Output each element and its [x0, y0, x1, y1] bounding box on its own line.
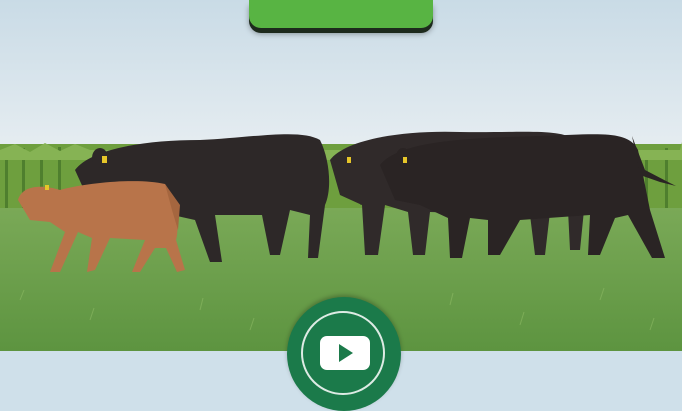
play-icon [320, 336, 370, 370]
play-button[interactable] [287, 297, 401, 411]
top-action-button[interactable] [249, 0, 433, 28]
